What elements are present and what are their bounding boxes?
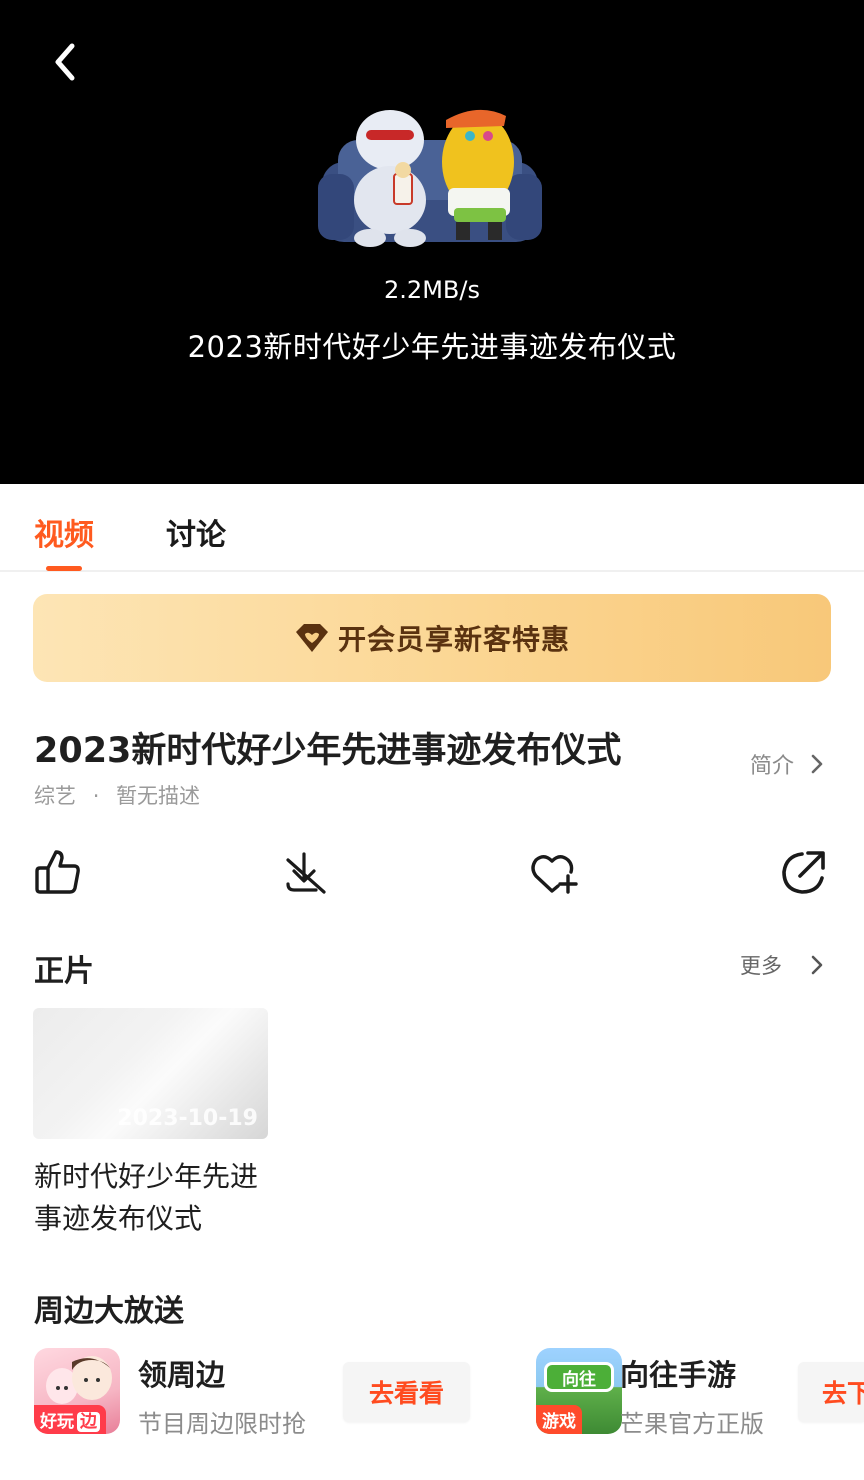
- merch-badge-text: 好玩: [40, 1412, 74, 1432]
- more-label: 更多: [740, 954, 782, 978]
- chevron-right-icon: [811, 955, 823, 975]
- merch-badge: 好玩边: [34, 1405, 106, 1434]
- share-button[interactable]: [778, 846, 830, 898]
- content-tabs: 视频 讨论: [0, 484, 864, 572]
- show-description: 暂无描述: [116, 784, 201, 808]
- like-button[interactable]: [32, 846, 84, 898]
- tab-video[interactable]: 视频: [34, 510, 94, 554]
- promo-subtitle-merch: 节目周边限时抢: [138, 1410, 306, 1438]
- merch-app-icon[interactable]: 好玩边: [34, 1348, 120, 1434]
- diamond-heart-icon: [295, 624, 328, 652]
- more-episodes-link[interactable]: 更多: [740, 950, 824, 980]
- promo-name-game: 向往手游: [620, 1358, 737, 1392]
- chevron-right-icon: [811, 754, 823, 774]
- download-speed: 2.2MB/s: [384, 276, 480, 304]
- video-player[interactable]: 2.2MB/s 2023新时代好少年先进事迹发布仪式: [0, 0, 864, 484]
- show-meta: 综艺 · 暂无描述: [34, 780, 200, 810]
- episode-date: 2023-10-19: [117, 1106, 258, 1131]
- promos-section-title: 周边大放送: [34, 1294, 184, 1329]
- episode-thumbnail[interactable]: 2023-10-19: [33, 1008, 268, 1139]
- mascot-loading-image: [318, 109, 542, 247]
- meta-separator: ·: [92, 784, 100, 808]
- promo-button-game[interactable]: 去下: [798, 1362, 864, 1422]
- promo-button-merch[interactable]: 去看看: [343, 1362, 470, 1422]
- vip-promo-label: 开会员享新客特惠: [337, 623, 570, 656]
- back-button[interactable]: [38, 36, 90, 88]
- download-button[interactable]: [280, 846, 332, 898]
- favorite-button[interactable]: [528, 846, 580, 898]
- share-arrow-icon: [782, 851, 825, 894]
- promo-name-merch: 领周边: [138, 1358, 226, 1392]
- episodes-section-title: 正片: [34, 954, 94, 989]
- promo-subtitle-game: 芒果官方正版: [620, 1410, 764, 1438]
- intro-label: 简介: [750, 754, 795, 779]
- tab-discussion[interactable]: 讨论: [166, 510, 226, 554]
- player-video-title: 2023新时代好少年先进事迹发布仪式: [187, 330, 677, 364]
- merch-badge-extra: 边: [77, 1412, 100, 1432]
- chevron-left-icon: [55, 43, 75, 81]
- active-tab-indicator: [46, 566, 82, 571]
- game-icon-label: 向往: [544, 1362, 614, 1392]
- game-app-icon[interactable]: 向往 游戏: [536, 1348, 622, 1434]
- heart-plus-icon: [531, 855, 578, 894]
- thumb-up-icon: [35, 850, 80, 894]
- game-badge: 游戏: [536, 1405, 582, 1434]
- vip-promo-banner[interactable]: 开会员享新客特惠: [33, 594, 831, 682]
- episode-title[interactable]: 新时代好少年先进事迹发布仪式: [34, 1156, 274, 1240]
- intro-link[interactable]: 简介: [750, 748, 824, 780]
- download-off-icon: [286, 852, 326, 894]
- show-title: 2023新时代好少年先进事迹发布仪式: [34, 731, 622, 771]
- show-category: 综艺: [34, 784, 76, 808]
